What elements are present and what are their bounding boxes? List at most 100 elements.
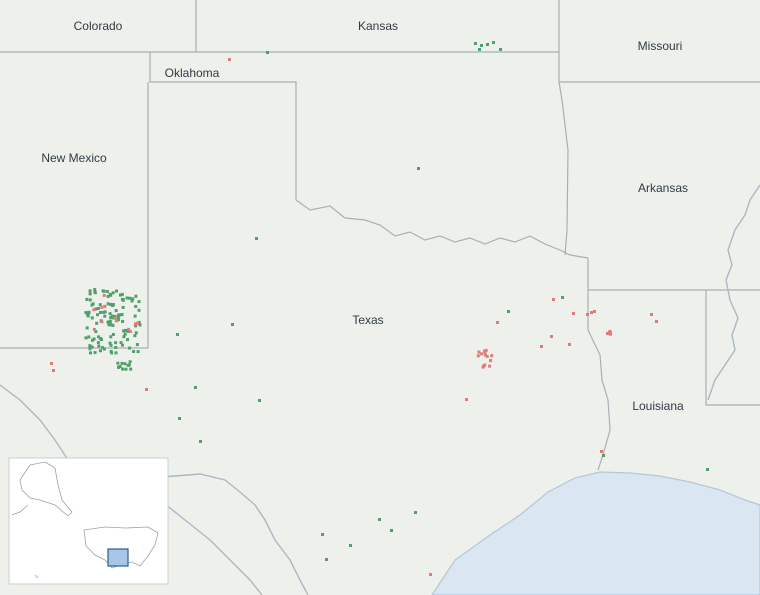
red-site-marker[interactable] [496, 321, 499, 324]
green-site-marker[interactable] [129, 367, 133, 371]
green-site-marker[interactable] [98, 303, 102, 307]
green-site-marker[interactable] [111, 304, 115, 308]
green-site-marker[interactable] [89, 351, 93, 355]
red-site-marker[interactable] [650, 313, 653, 316]
green-site-marker[interactable] [124, 367, 128, 371]
red-site-marker[interactable] [540, 345, 543, 348]
green-site-marker[interactable] [120, 343, 124, 347]
green-site-marker[interactable] [96, 313, 100, 317]
green-site-marker[interactable] [136, 350, 140, 354]
green-site-marker[interactable] [133, 314, 137, 318]
green-site-marker[interactable] [88, 289, 92, 293]
green-site-marker[interactable] [95, 321, 99, 325]
green-site-marker[interactable] [480, 44, 483, 47]
green-site-marker[interactable] [114, 345, 118, 349]
red-site-marker[interactable] [136, 321, 140, 325]
red-site-marker[interactable] [550, 335, 553, 338]
red-site-marker[interactable] [489, 359, 493, 363]
green-site-marker[interactable] [85, 326, 89, 330]
green-site-marker[interactable] [93, 351, 97, 355]
green-site-marker[interactable] [258, 399, 261, 402]
green-site-marker[interactable] [474, 42, 477, 45]
green-site-marker[interactable] [118, 293, 122, 297]
red-site-marker[interactable] [477, 350, 481, 354]
green-site-marker[interactable] [602, 454, 605, 457]
red-site-marker[interactable] [568, 343, 571, 346]
green-site-marker[interactable] [85, 312, 89, 316]
green-site-marker[interactable] [121, 319, 125, 323]
green-site-marker[interactable] [117, 365, 121, 369]
red-site-marker[interactable] [113, 316, 117, 320]
red-site-marker[interactable] [552, 298, 555, 301]
green-site-marker[interactable] [106, 320, 110, 324]
green-site-marker[interactable] [321, 533, 324, 536]
green-site-marker[interactable] [87, 335, 91, 339]
green-site-marker[interactable] [231, 323, 234, 326]
green-site-marker[interactable] [91, 338, 95, 342]
green-site-marker[interactable] [417, 167, 420, 170]
green-site-marker[interactable] [90, 345, 94, 349]
green-site-marker[interactable] [93, 288, 97, 292]
green-site-marker[interactable] [486, 43, 489, 46]
green-site-marker[interactable] [106, 302, 110, 306]
green-site-marker[interactable] [114, 341, 118, 345]
green-site-marker[interactable] [90, 316, 94, 320]
red-site-marker[interactable] [590, 311, 593, 314]
green-site-marker[interactable] [199, 440, 202, 443]
red-site-marker[interactable] [483, 350, 487, 354]
green-site-marker[interactable] [194, 386, 197, 389]
green-site-marker[interactable] [109, 335, 113, 339]
red-site-marker[interactable] [655, 320, 658, 323]
red-site-marker[interactable] [593, 310, 596, 313]
green-site-marker[interactable] [88, 292, 92, 296]
green-site-marker[interactable] [126, 338, 130, 342]
map-canvas[interactable]: Colorado Kansas Missouri Oklahoma New Me… [0, 0, 760, 595]
green-site-marker[interactable] [478, 48, 481, 51]
green-site-marker[interactable] [101, 346, 105, 350]
green-site-marker[interactable] [266, 51, 269, 54]
green-site-marker[interactable] [128, 346, 132, 350]
red-site-marker[interactable] [490, 354, 494, 358]
red-site-marker[interactable] [92, 308, 96, 312]
green-site-marker[interactable] [378, 518, 381, 521]
green-site-marker[interactable] [91, 302, 95, 306]
green-site-marker[interactable] [706, 468, 709, 471]
green-site-marker[interactable] [108, 292, 112, 296]
red-site-marker[interactable] [586, 313, 589, 316]
green-site-marker[interactable] [492, 41, 495, 44]
green-site-marker[interactable] [390, 529, 393, 532]
red-site-marker[interactable] [100, 305, 104, 309]
green-site-marker[interactable] [108, 312, 112, 316]
red-site-marker[interactable] [50, 362, 53, 365]
green-site-marker[interactable] [125, 296, 129, 300]
green-site-marker[interactable] [137, 308, 141, 312]
red-site-marker[interactable] [483, 353, 487, 357]
green-site-marker[interactable] [121, 367, 125, 371]
green-site-marker[interactable] [105, 290, 109, 294]
green-site-marker[interactable] [134, 331, 138, 335]
green-site-marker[interactable] [111, 332, 115, 336]
green-site-marker[interactable] [84, 336, 88, 340]
green-site-marker[interactable] [137, 300, 141, 304]
green-site-marker[interactable] [116, 361, 120, 365]
green-site-marker[interactable] [414, 511, 417, 514]
red-site-marker[interactable] [100, 320, 104, 324]
green-site-marker[interactable] [121, 298, 125, 302]
green-site-marker[interactable] [124, 328, 128, 332]
green-site-marker[interactable] [134, 294, 138, 298]
green-site-marker[interactable] [123, 332, 127, 336]
green-site-marker[interactable] [128, 360, 132, 364]
red-site-marker[interactable] [92, 327, 96, 331]
green-site-marker[interactable] [499, 48, 502, 51]
green-site-marker[interactable] [111, 291, 115, 295]
green-site-marker[interactable] [109, 323, 113, 327]
green-site-marker[interactable] [85, 297, 89, 301]
green-site-marker[interactable] [120, 313, 124, 317]
green-site-marker[interactable] [98, 349, 102, 353]
green-site-marker[interactable] [115, 289, 119, 293]
green-site-marker[interactable] [349, 544, 352, 547]
green-site-marker[interactable] [110, 351, 114, 355]
red-site-marker[interactable] [481, 365, 485, 369]
green-site-marker[interactable] [97, 344, 101, 348]
green-site-marker[interactable] [127, 363, 131, 367]
